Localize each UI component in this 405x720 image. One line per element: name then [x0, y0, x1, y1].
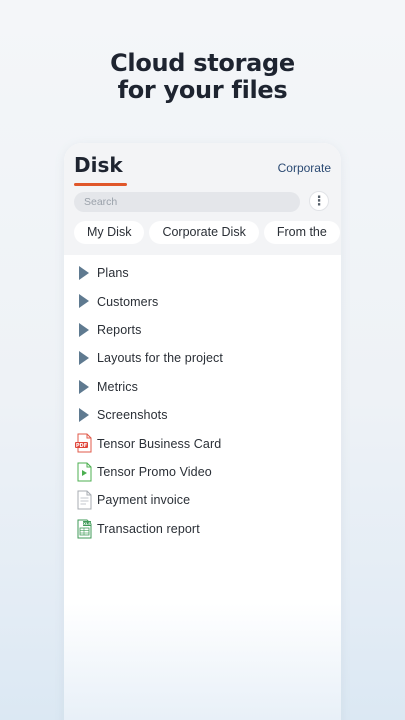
list-item-layouts[interactable]: Layouts for the project — [64, 344, 341, 372]
vertical-dots-icon: ⋮ — [312, 193, 326, 208]
search-input[interactable]: Search — [74, 192, 300, 212]
tab-from-the[interactable]: From the — [263, 221, 340, 244]
list-item-label: Plans — [97, 266, 129, 281]
tab-bar: My Disk Corporate Disk From the — [74, 221, 341, 244]
spreadsheet-file-icon: XLS — [77, 519, 92, 539]
tab-my-disk[interactable]: My Disk — [74, 221, 145, 244]
list-item-label: Reports — [97, 322, 142, 337]
list-item-label: Layouts for the project — [97, 351, 223, 366]
file-list: Plans Customers Reports Layouts for the … — [64, 255, 341, 543]
list-item-label: Metrics — [97, 379, 138, 394]
folder-arrow-icon — [79, 294, 89, 309]
list-item-label: Transaction report — [97, 521, 200, 536]
pdf-file-icon: PDF — [75, 433, 92, 453]
pdf-badge: PDF — [76, 443, 87, 449]
folder-arrow-icon — [79, 407, 89, 422]
list-item-label: Screenshots — [97, 408, 168, 423]
disk-header: Disk Corporate Search ⋮ My Disk Corporate… — [64, 143, 341, 255]
document-file-icon — [77, 490, 92, 510]
headline-line-1: Cloud storage — [110, 49, 295, 77]
more-options-button[interactable]: ⋮ — [309, 191, 329, 211]
folder-arrow-icon — [79, 322, 89, 337]
list-item-payment-invoice[interactable]: Payment invoice — [64, 486, 341, 514]
list-item-promo-video[interactable]: Tensor Promo Video — [64, 458, 341, 486]
list-item-transaction-report[interactable]: XLS Transaction report — [64, 515, 341, 543]
folder-arrow-icon — [79, 351, 89, 366]
list-item-business-card[interactable]: PDF Tensor Business Card — [64, 429, 341, 457]
video-file-icon — [77, 462, 92, 482]
list-item-customers[interactable]: Customers — [64, 287, 341, 315]
list-item-plans[interactable]: Plans — [64, 259, 341, 287]
list-item-label: Tensor Promo Video — [97, 464, 212, 479]
xls-badge: XLS — [83, 522, 91, 526]
title-underline — [74, 183, 127, 186]
corporate-link[interactable]: Corporate — [278, 161, 331, 175]
list-item-screenshots[interactable]: Screenshots — [64, 401, 341, 429]
phone-screen: Disk Corporate Search ⋮ My Disk Corporate… — [64, 143, 341, 720]
promo-headline: Cloud storage for your files — [0, 50, 405, 104]
page-title: Disk — [74, 153, 123, 177]
list-item-reports[interactable]: Reports — [64, 316, 341, 344]
folder-arrow-icon — [79, 266, 89, 280]
list-item-label: Customers — [97, 294, 159, 309]
list-item-metrics[interactable]: Metrics — [64, 373, 341, 401]
list-item-label: Tensor Business Card — [97, 436, 222, 451]
headline-line-2: for your files — [117, 76, 288, 104]
bottom-fade — [64, 603, 341, 720]
folder-arrow-icon — [79, 379, 89, 394]
list-item-label: Payment invoice — [97, 493, 191, 508]
tab-corporate-disk[interactable]: Corporate Disk — [149, 221, 259, 244]
